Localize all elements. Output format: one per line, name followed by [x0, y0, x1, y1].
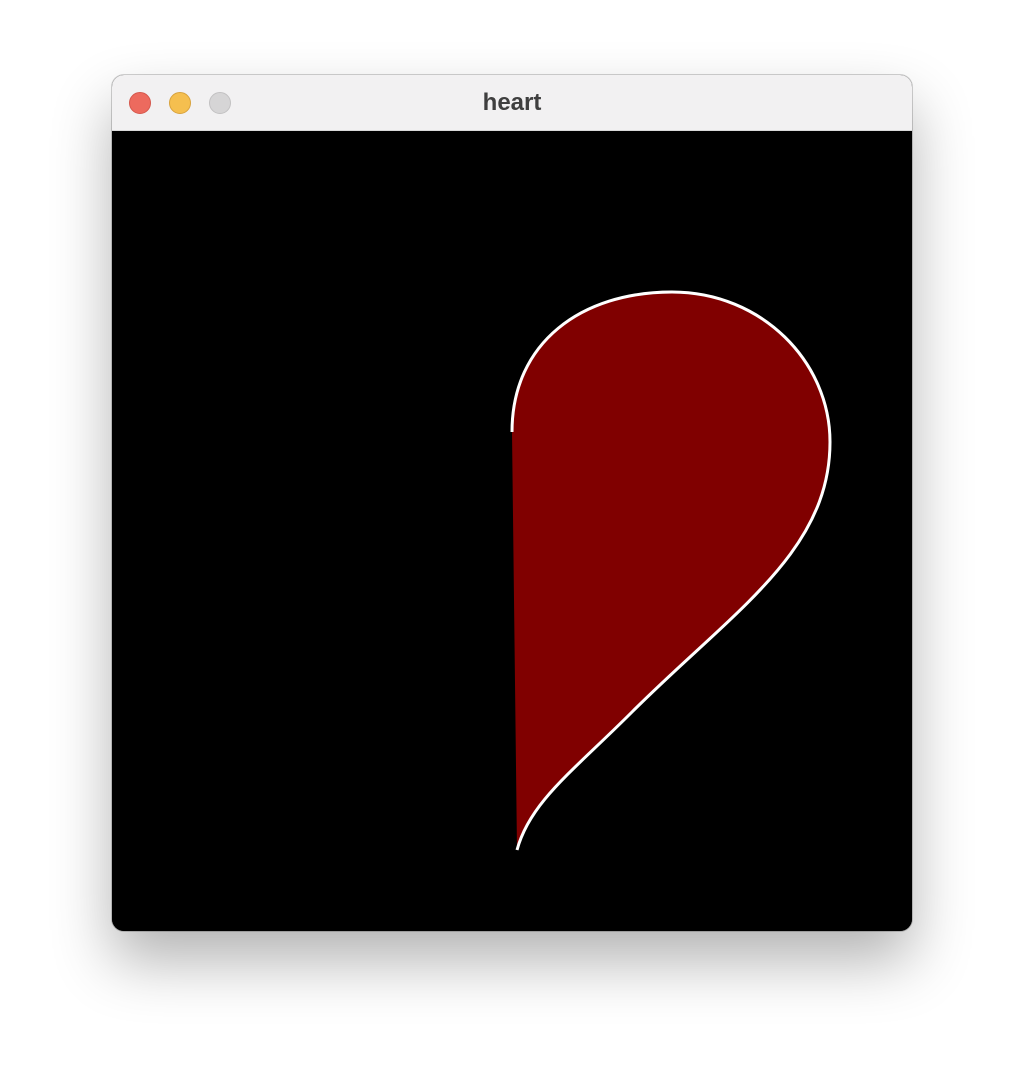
drawing-canvas[interactable]	[112, 132, 912, 931]
window-title: heart	[482, 89, 542, 116]
heart-drawing	[510, 290, 832, 851]
app-window: heart	[112, 75, 912, 931]
half-heart-fill	[512, 292, 830, 850]
title-bar[interactable]: heart	[112, 75, 912, 131]
